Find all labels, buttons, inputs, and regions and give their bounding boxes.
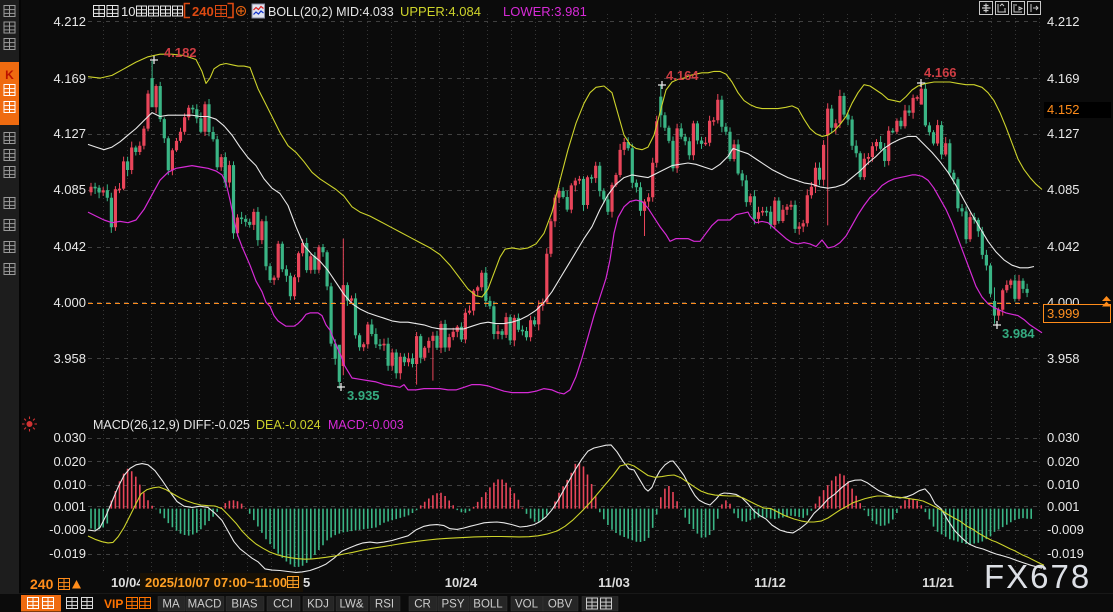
svg-text:RSI: RSI [375,599,394,611]
svg-text:CR: CR [414,599,431,611]
svg-text:DEA:-0.024: DEA:-0.024 [256,418,321,432]
svg-text:0.030: 0.030 [53,430,86,445]
svg-text:5: 5 [303,575,310,590]
svg-text:-0.009: -0.009 [49,522,86,537]
svg-text:MACD: MACD [188,599,222,611]
svg-text:10/04: 10/04 [111,575,144,590]
svg-text:VOL: VOL [515,599,539,611]
svg-text:4.000: 4.000 [53,295,86,310]
svg-text:4.212: 4.212 [1047,14,1080,29]
svg-text:FX678: FX678 [984,558,1091,595]
svg-text:4.042: 4.042 [53,239,86,254]
svg-text:11/12: 11/12 [754,575,786,590]
svg-text:4.085: 4.085 [53,182,86,197]
svg-text:K: K [5,68,14,82]
svg-text:4.164: 4.164 [666,68,699,83]
svg-text:4.042: 4.042 [1047,239,1080,254]
svg-text:3.958: 3.958 [53,351,86,366]
svg-text:0.001: 0.001 [1047,499,1080,514]
svg-text:4.127: 4.127 [53,126,86,141]
svg-text:OBV: OBV [548,599,573,611]
svg-text:0.001: 0.001 [53,499,86,514]
svg-text:3.935: 3.935 [347,388,380,403]
svg-text:4.169: 4.169 [53,71,86,86]
svg-text:MACD:-0.003: MACD:-0.003 [328,418,404,432]
svg-text:10/24: 10/24 [445,575,478,590]
svg-text:-0.009: -0.009 [1047,522,1084,537]
svg-text:0.030: 0.030 [1047,430,1080,445]
svg-text:BOLL(20,2) MID:4.033: BOLL(20,2) MID:4.033 [268,5,394,19]
svg-text:BOLL: BOLL [473,599,503,611]
svg-text:-0.019: -0.019 [49,546,86,561]
svg-text:11/03: 11/03 [598,575,630,590]
svg-text:4.182: 4.182 [164,45,197,60]
svg-text:KDJ: KDJ [307,599,329,611]
svg-text:UPPER:4.084: UPPER:4.084 [400,4,481,19]
svg-text:2025/10/07 07:00~11:00: 2025/10/07 07:00~11:00 [145,575,287,590]
svg-text:4.169: 4.169 [1047,71,1080,86]
svg-text:MA: MA [162,599,180,611]
svg-text:BIAS: BIAS [231,599,258,611]
svg-text:3.958: 3.958 [1047,351,1080,366]
svg-text:0.020: 0.020 [1047,454,1080,469]
svg-text:PSY: PSY [441,599,464,611]
svg-text:LW&: LW& [339,599,363,611]
svg-text:3.984: 3.984 [1002,326,1035,341]
svg-text:4.212: 4.212 [53,14,86,29]
svg-text:4.085: 4.085 [1047,182,1080,197]
svg-text:11/21: 11/21 [922,575,954,590]
svg-text:0.010: 0.010 [53,477,86,492]
svg-text:240: 240 [30,576,54,592]
svg-text:CCI: CCI [273,599,293,611]
svg-text:240: 240 [192,4,214,19]
svg-text:4.166: 4.166 [924,65,957,80]
svg-text:0.010: 0.010 [1047,477,1080,492]
svg-text:VIP: VIP [104,597,123,611]
svg-text:0.020: 0.020 [53,454,86,469]
svg-text:LOWER:3.981: LOWER:3.981 [503,4,587,19]
svg-text:10: 10 [121,4,135,19]
svg-text:4.127: 4.127 [1047,126,1080,141]
svg-text:4.152: 4.152 [1047,102,1080,117]
svg-text:MACD(26,12,9) DIFF:-0.025: MACD(26,12,9) DIFF:-0.025 [93,418,250,432]
svg-text:3.999: 3.999 [1047,306,1080,321]
